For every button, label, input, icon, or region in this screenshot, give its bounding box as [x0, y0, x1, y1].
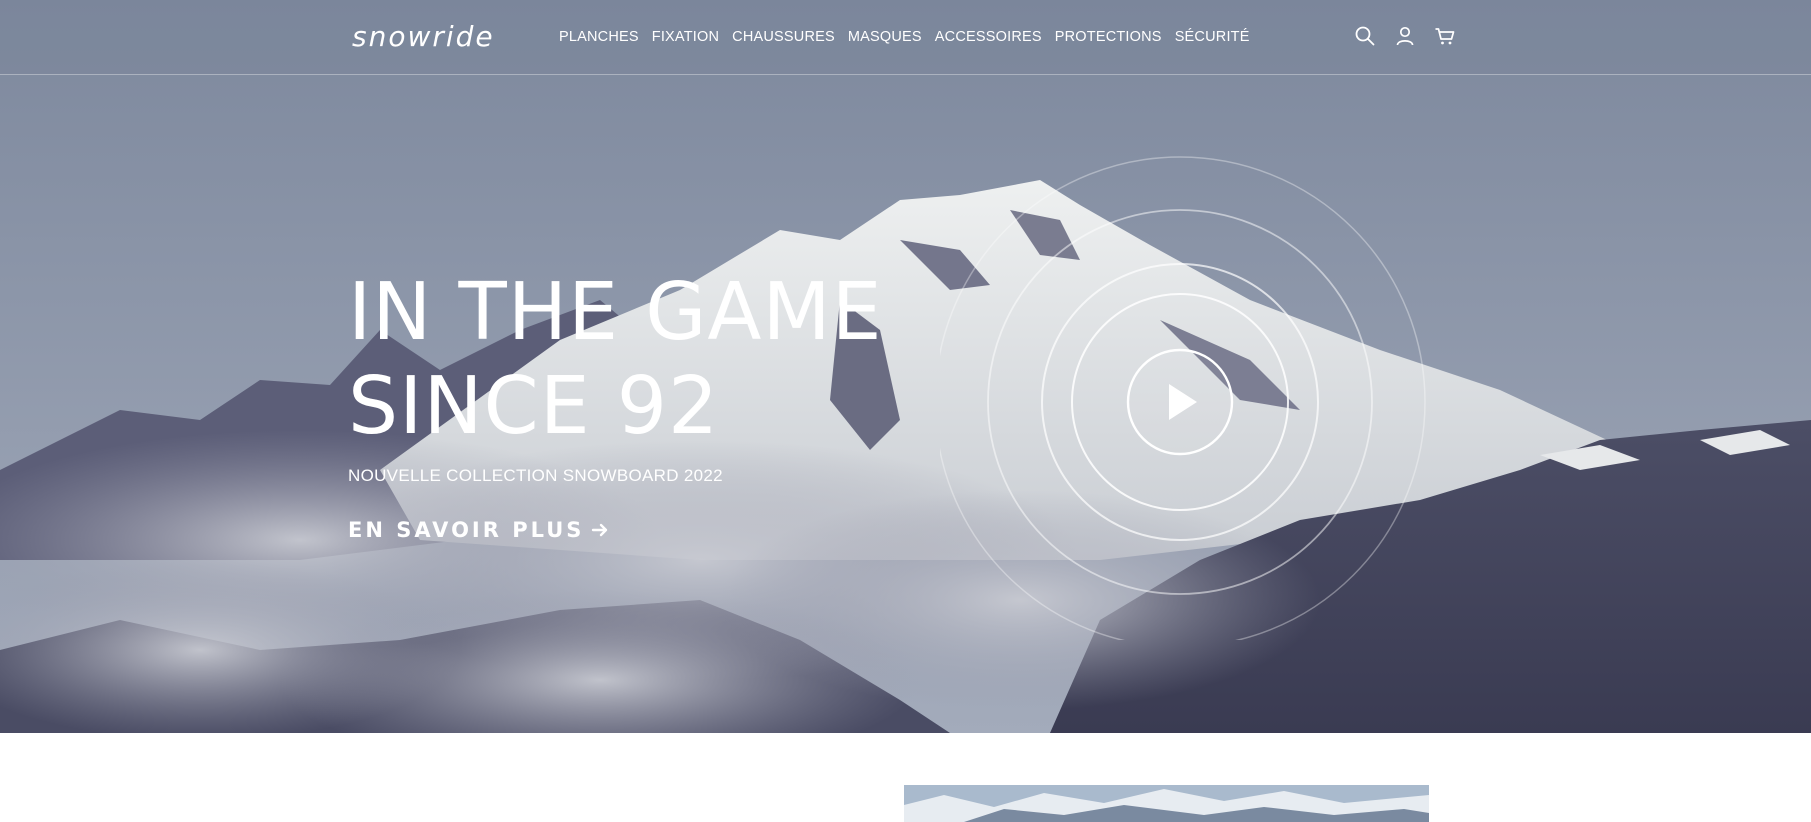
nav-item-protections[interactable]: PROTECTIONS	[1055, 29, 1162, 45]
hero-headline-line2: SINCE 92	[348, 360, 720, 452]
nav-item-fixation[interactable]: FIXATION	[652, 29, 719, 45]
hero-section: snowride PLANCHES FIXATION CHAUSSURES MA…	[0, 0, 1811, 733]
header-icons	[1354, 25, 1456, 47]
arrow-right-icon	[592, 523, 608, 537]
user-icon[interactable]	[1394, 25, 1416, 47]
cta-label: EN SAVOIR PLUS	[348, 518, 585, 542]
nav-item-planches[interactable]: PLANCHES	[559, 29, 639, 45]
hero-headline: IN THE GAME SINCE 92	[348, 265, 883, 453]
nav-item-masques[interactable]: MASQUES	[848, 29, 922, 45]
play-video-button[interactable]	[1126, 348, 1234, 456]
en-savoir-plus-link[interactable]: EN SAVOIR PLUS	[348, 518, 610, 542]
search-icon[interactable]	[1354, 25, 1376, 47]
hero-headline-line1: IN THE GAME	[348, 266, 883, 358]
cart-icon[interactable]	[1434, 25, 1456, 47]
nav-item-securite[interactable]: SÉCURITÉ	[1175, 29, 1250, 45]
video-rings	[940, 156, 1426, 640]
hero-background-image	[0, 0, 1811, 733]
main-nav: PLANCHES FIXATION CHAUSSURES MASQUES ACC…	[559, 29, 1250, 45]
promo-image-thumbnail	[904, 785, 1429, 822]
snowride-logo[interactable]: snowride	[352, 20, 495, 53]
site-header: snowride PLANCHES FIXATION CHAUSSURES MA…	[0, 0, 1811, 75]
nav-item-accessoires[interactable]: ACCESSOIRES	[935, 29, 1042, 45]
nav-item-chaussures[interactable]: CHAUSSURES	[732, 29, 835, 45]
hero-subtitle: NOUVELLE COLLECTION SNOWBOARD 2022	[348, 466, 723, 485]
